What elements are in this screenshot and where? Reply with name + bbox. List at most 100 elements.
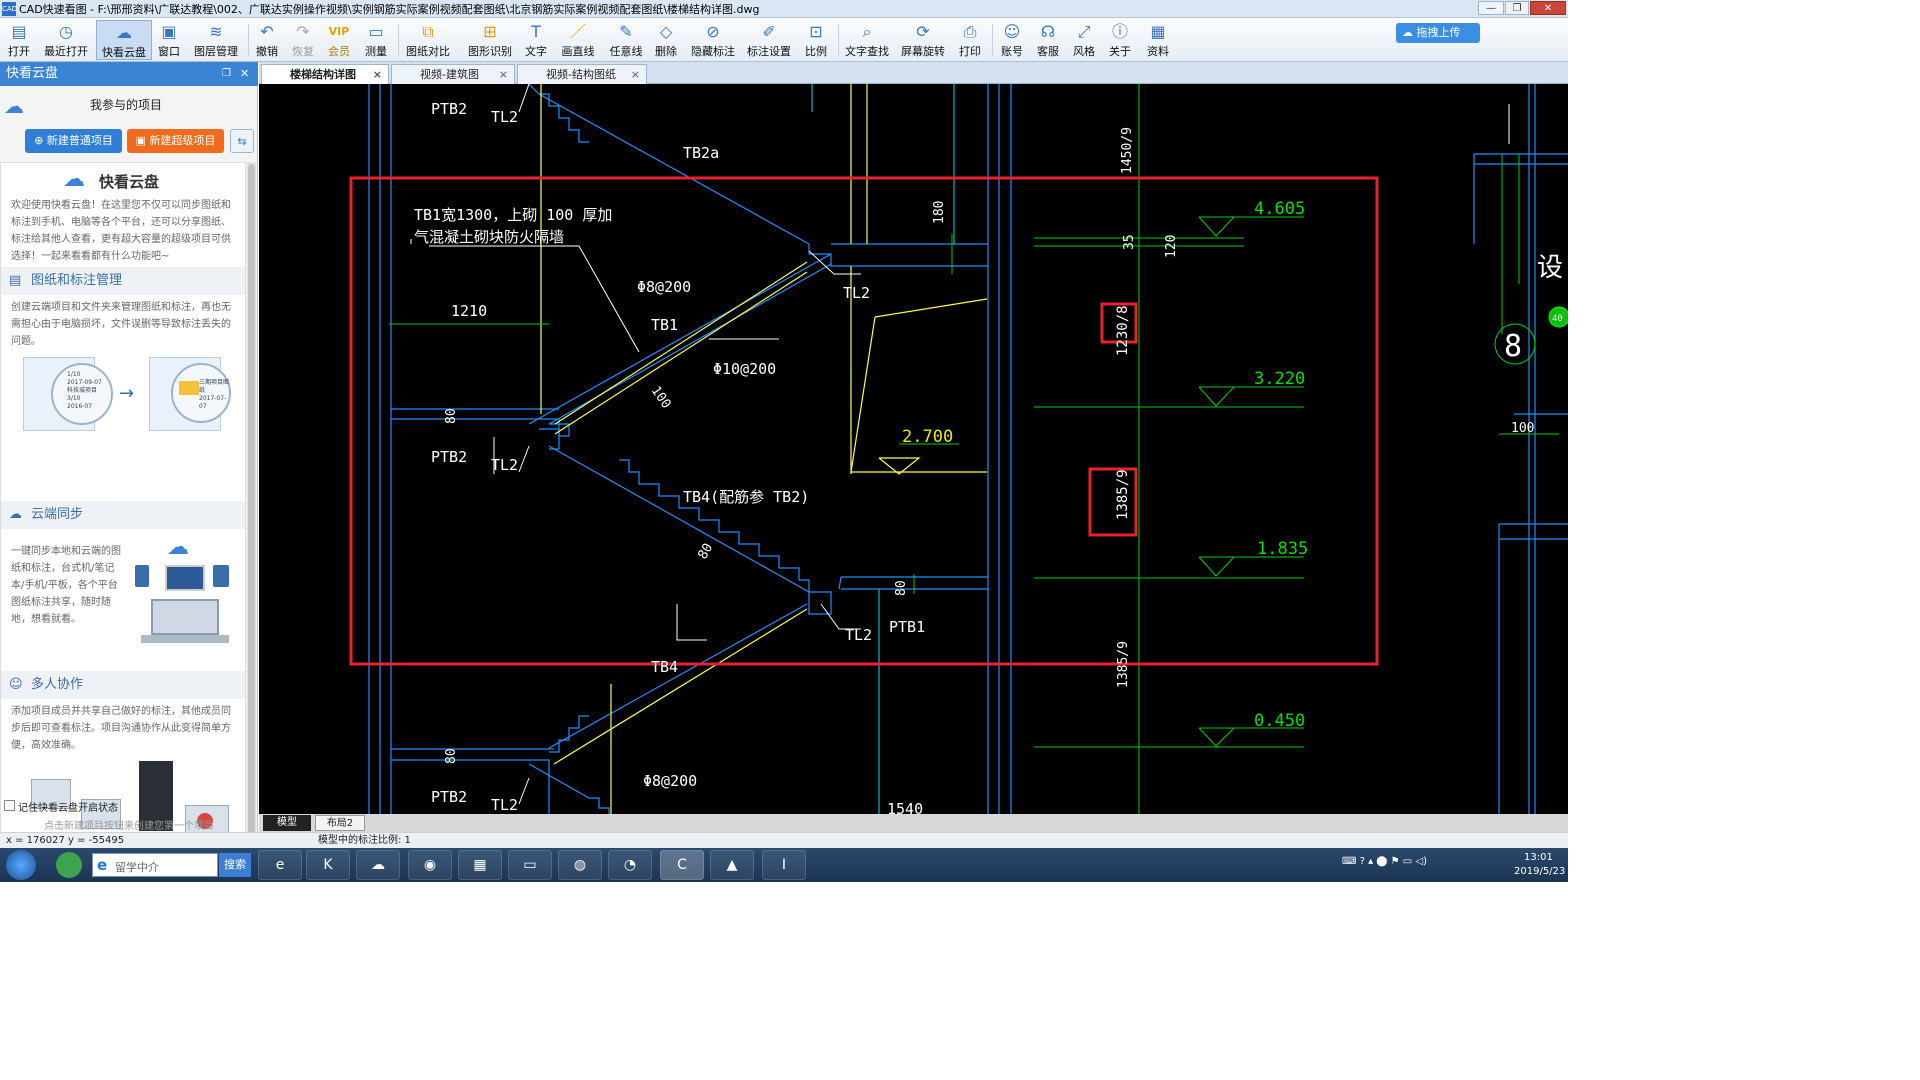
hide-icon: ⊘ [706, 22, 720, 41]
text-search-button[interactable]: ⌕ 文字查找 [844, 20, 890, 60]
baidu-netdisk-icon[interactable]: ☁ [356, 850, 400, 880]
tab-stair-detail[interactable]: 楼梯结构详图 × [261, 64, 389, 84]
elevation-3220: 3.220 [1254, 369, 1305, 389]
section-collab-text: 添加项目成员并共享自己做好的标注，其他成员同步后即可查看标注。项目沟通协作从此变… [11, 706, 231, 751]
panel-scrollbar[interactable] [247, 162, 256, 856]
annotation-settings-icon: ✐ [762, 22, 776, 41]
undo-icon: ↶ [260, 22, 274, 41]
360-icon[interactable]: ◍ [558, 850, 602, 880]
screen-rotate-button[interactable]: ⟳ 屏幕旋转 [900, 20, 946, 60]
refresh-button[interactable]: ⇆ [230, 129, 254, 153]
browser-360-icon[interactable] [56, 852, 82, 878]
title-bar: CAD CAD快速看图 - F:\邢邢资料\广联达教程\002、广联达实例操作视… [0, 0, 1568, 18]
svg-text:80: 80 [695, 541, 716, 562]
annotation-settings-button[interactable]: ✐ 标注设置 [746, 20, 792, 60]
restore-button[interactable]: ❐ [1505, 1, 1529, 15]
tray-icons[interactable]: ⌨ ? ▴ ⬤ ⚑ ▭ ◁) [1342, 856, 1427, 867]
svg-text:PTB2: PTB2 [431, 448, 467, 466]
clock-icon: ◷ [59, 22, 73, 41]
svg-text:TB4(配筋参 TB2): TB4(配筋参 TB2) [683, 488, 809, 506]
scale-button[interactable]: ⊡ 比例 [802, 20, 830, 60]
drawing-canvas[interactable]: TB1宽1300，上砌 100 厚加 气混凝土砌块防火隔墙 PTB2 TL2 T… [259, 84, 1568, 814]
drag-upload-button[interactable]: ☁ 拖拽上传 [1396, 23, 1480, 43]
tab-layout2[interactable]: 布局2 [315, 815, 365, 831]
eraser-icon: ◇ [659, 22, 673, 41]
svg-text:80: 80 [444, 408, 459, 424]
svg-text:100: 100 [1511, 421, 1534, 436]
open-button[interactable]: ▤ 打开 [4, 20, 34, 60]
freehand-button[interactable]: ✎ 任意线 [608, 20, 644, 60]
panel-float-icon[interactable]: ❐ [222, 62, 231, 86]
cad-viewer-icon[interactable]: C [660, 850, 704, 880]
layout-tabs: 模型 布局2 [259, 814, 1568, 832]
svg-text:80: 80 [444, 748, 459, 764]
hide-annotation-button[interactable]: ⊘ 隐藏标注 [690, 20, 736, 60]
tab-structure[interactable]: 视频-结构图纸 × [517, 64, 647, 84]
section-drawing-text: 创建云端项目和文件夹来管理图纸和标注，再也无需担心由于电脑损坏，文件误删等导致标… [11, 302, 231, 347]
remember-checkbox[interactable] [4, 800, 15, 811]
svg-text:1230/8: 1230/8 [1115, 305, 1131, 356]
svg-text:设: 设 [1537, 253, 1563, 283]
cursor-coordinates: x = 176027 y = -55495 [6, 835, 125, 846]
cloud-title: 快看云盘 [99, 173, 160, 191]
autocad-icon[interactable]: ▲ [710, 850, 754, 880]
style-button[interactable]: ⤢ 风格 [1070, 20, 1098, 60]
minimize-button[interactable]: — [1478, 1, 1504, 15]
cad-drawing[interactable]: TB1宽1300，上砌 100 厚加 气混凝土砌块防火隔墙 PTB2 TL2 T… [259, 84, 1568, 814]
support-button[interactable]: ☊ 客服 [1034, 20, 1062, 60]
vip-button[interactable]: VIP 会员 [326, 20, 352, 60]
measure-button[interactable]: ▭ 测量 [362, 20, 390, 60]
svg-text:TB1: TB1 [651, 316, 678, 334]
window-button[interactable]: ▣ 窗口 [156, 20, 182, 60]
search-button[interactable]: 搜索 [219, 853, 251, 877]
panel-close-icon[interactable]: ✕ [240, 62, 249, 86]
note-line-1: TB1宽1300，上砌 100 厚加 [414, 206, 612, 224]
undo-button[interactable]: ↶ 撤销 [254, 20, 280, 60]
scrollbar-thumb[interactable] [248, 164, 255, 844]
text-button[interactable]: T 文字 [522, 20, 550, 60]
folder-open-icon: ▤ [11, 22, 27, 41]
refresh-icon: ⇆ [237, 135, 247, 148]
firefox-icon[interactable]: ◉ [408, 850, 452, 880]
chrome-icon[interactable]: ◔ [608, 850, 652, 880]
glodon-icon[interactable]: I [762, 850, 806, 880]
print-button[interactable]: ⎙ 打印 [956, 20, 984, 60]
new-normal-project-button[interactable]: ⊕ 新建普通项目 [25, 129, 122, 153]
svg-text:1210: 1210 [451, 302, 487, 320]
tab-model[interactable]: 模型 [263, 815, 311, 831]
tab-architecture[interactable]: 视频-建筑图 × [391, 64, 515, 84]
draw-line-button[interactable]: ／画直线 [560, 20, 596, 60]
explorer-icon[interactable]: ▭ [508, 850, 552, 880]
close-tab-icon[interactable]: × [373, 65, 382, 84]
search-input[interactable]: e 留学中介 [92, 853, 218, 877]
elevation-4605: 4.605 [1254, 199, 1305, 219]
k-browser-icon[interactable]: K [306, 850, 350, 880]
delete-button[interactable]: ◇ 删除 [652, 20, 680, 60]
svg-text:1450/9: 1450/9 [1120, 127, 1135, 174]
svg-text:Φ8@200: Φ8@200 [643, 772, 697, 790]
redo-button[interactable]: ↷ 恢复 [290, 20, 316, 60]
new-super-project-button[interactable]: ▣ 新建超级项目 [127, 129, 224, 153]
svg-text:TB2a: TB2a [683, 144, 719, 162]
section-cloud-sync: ☁ 云端同步 [1, 501, 245, 529]
cloud-disk-button[interactable]: ☁ 快看云盘 [96, 20, 152, 60]
svg-text:120: 120 [1164, 235, 1179, 258]
calculator-icon[interactable]: ▦ [458, 850, 502, 880]
account-button[interactable]: ☺ 账号 [998, 20, 1026, 60]
status-bar: x = 176027 y = -55495 模型中的标注比例: 1 [0, 832, 1568, 848]
layer-manager-button[interactable]: ≋ 图层管理 [192, 20, 240, 60]
close-tab-icon[interactable]: × [631, 65, 640, 84]
docs-button[interactable]: ▦ 资料 [1144, 20, 1172, 60]
ie-icon[interactable]: e [258, 850, 302, 880]
start-button[interactable] [6, 850, 36, 880]
main-toolbar: ▤ 打开 ◷ 最近打开 ☁ 快看云盘 ▣ 窗口 ≋ 图层管理 ↶ 撤销 ↷ 恢复 VIP 会员 … [0, 18, 1568, 62]
recent-button[interactable]: ◷ 最近打开 [42, 20, 90, 60]
section-drawing-management: ▤ 图纸和标注管理 [1, 267, 245, 295]
compare-button[interactable]: ⧉ 图纸对比 [404, 20, 452, 60]
docs-icon: ▦ [1150, 22, 1166, 41]
close-button[interactable]: ✕ [1530, 1, 1566, 15]
close-tab-icon[interactable]: × [499, 65, 508, 84]
document-tabs: 楼梯结构详图 × 视频-建筑图 × 视频-结构图纸 × [259, 62, 1568, 84]
about-button[interactable]: ⓘ 关于 [1106, 20, 1134, 60]
shape-recognize-button[interactable]: ⊞ 图形识别 [466, 20, 514, 60]
